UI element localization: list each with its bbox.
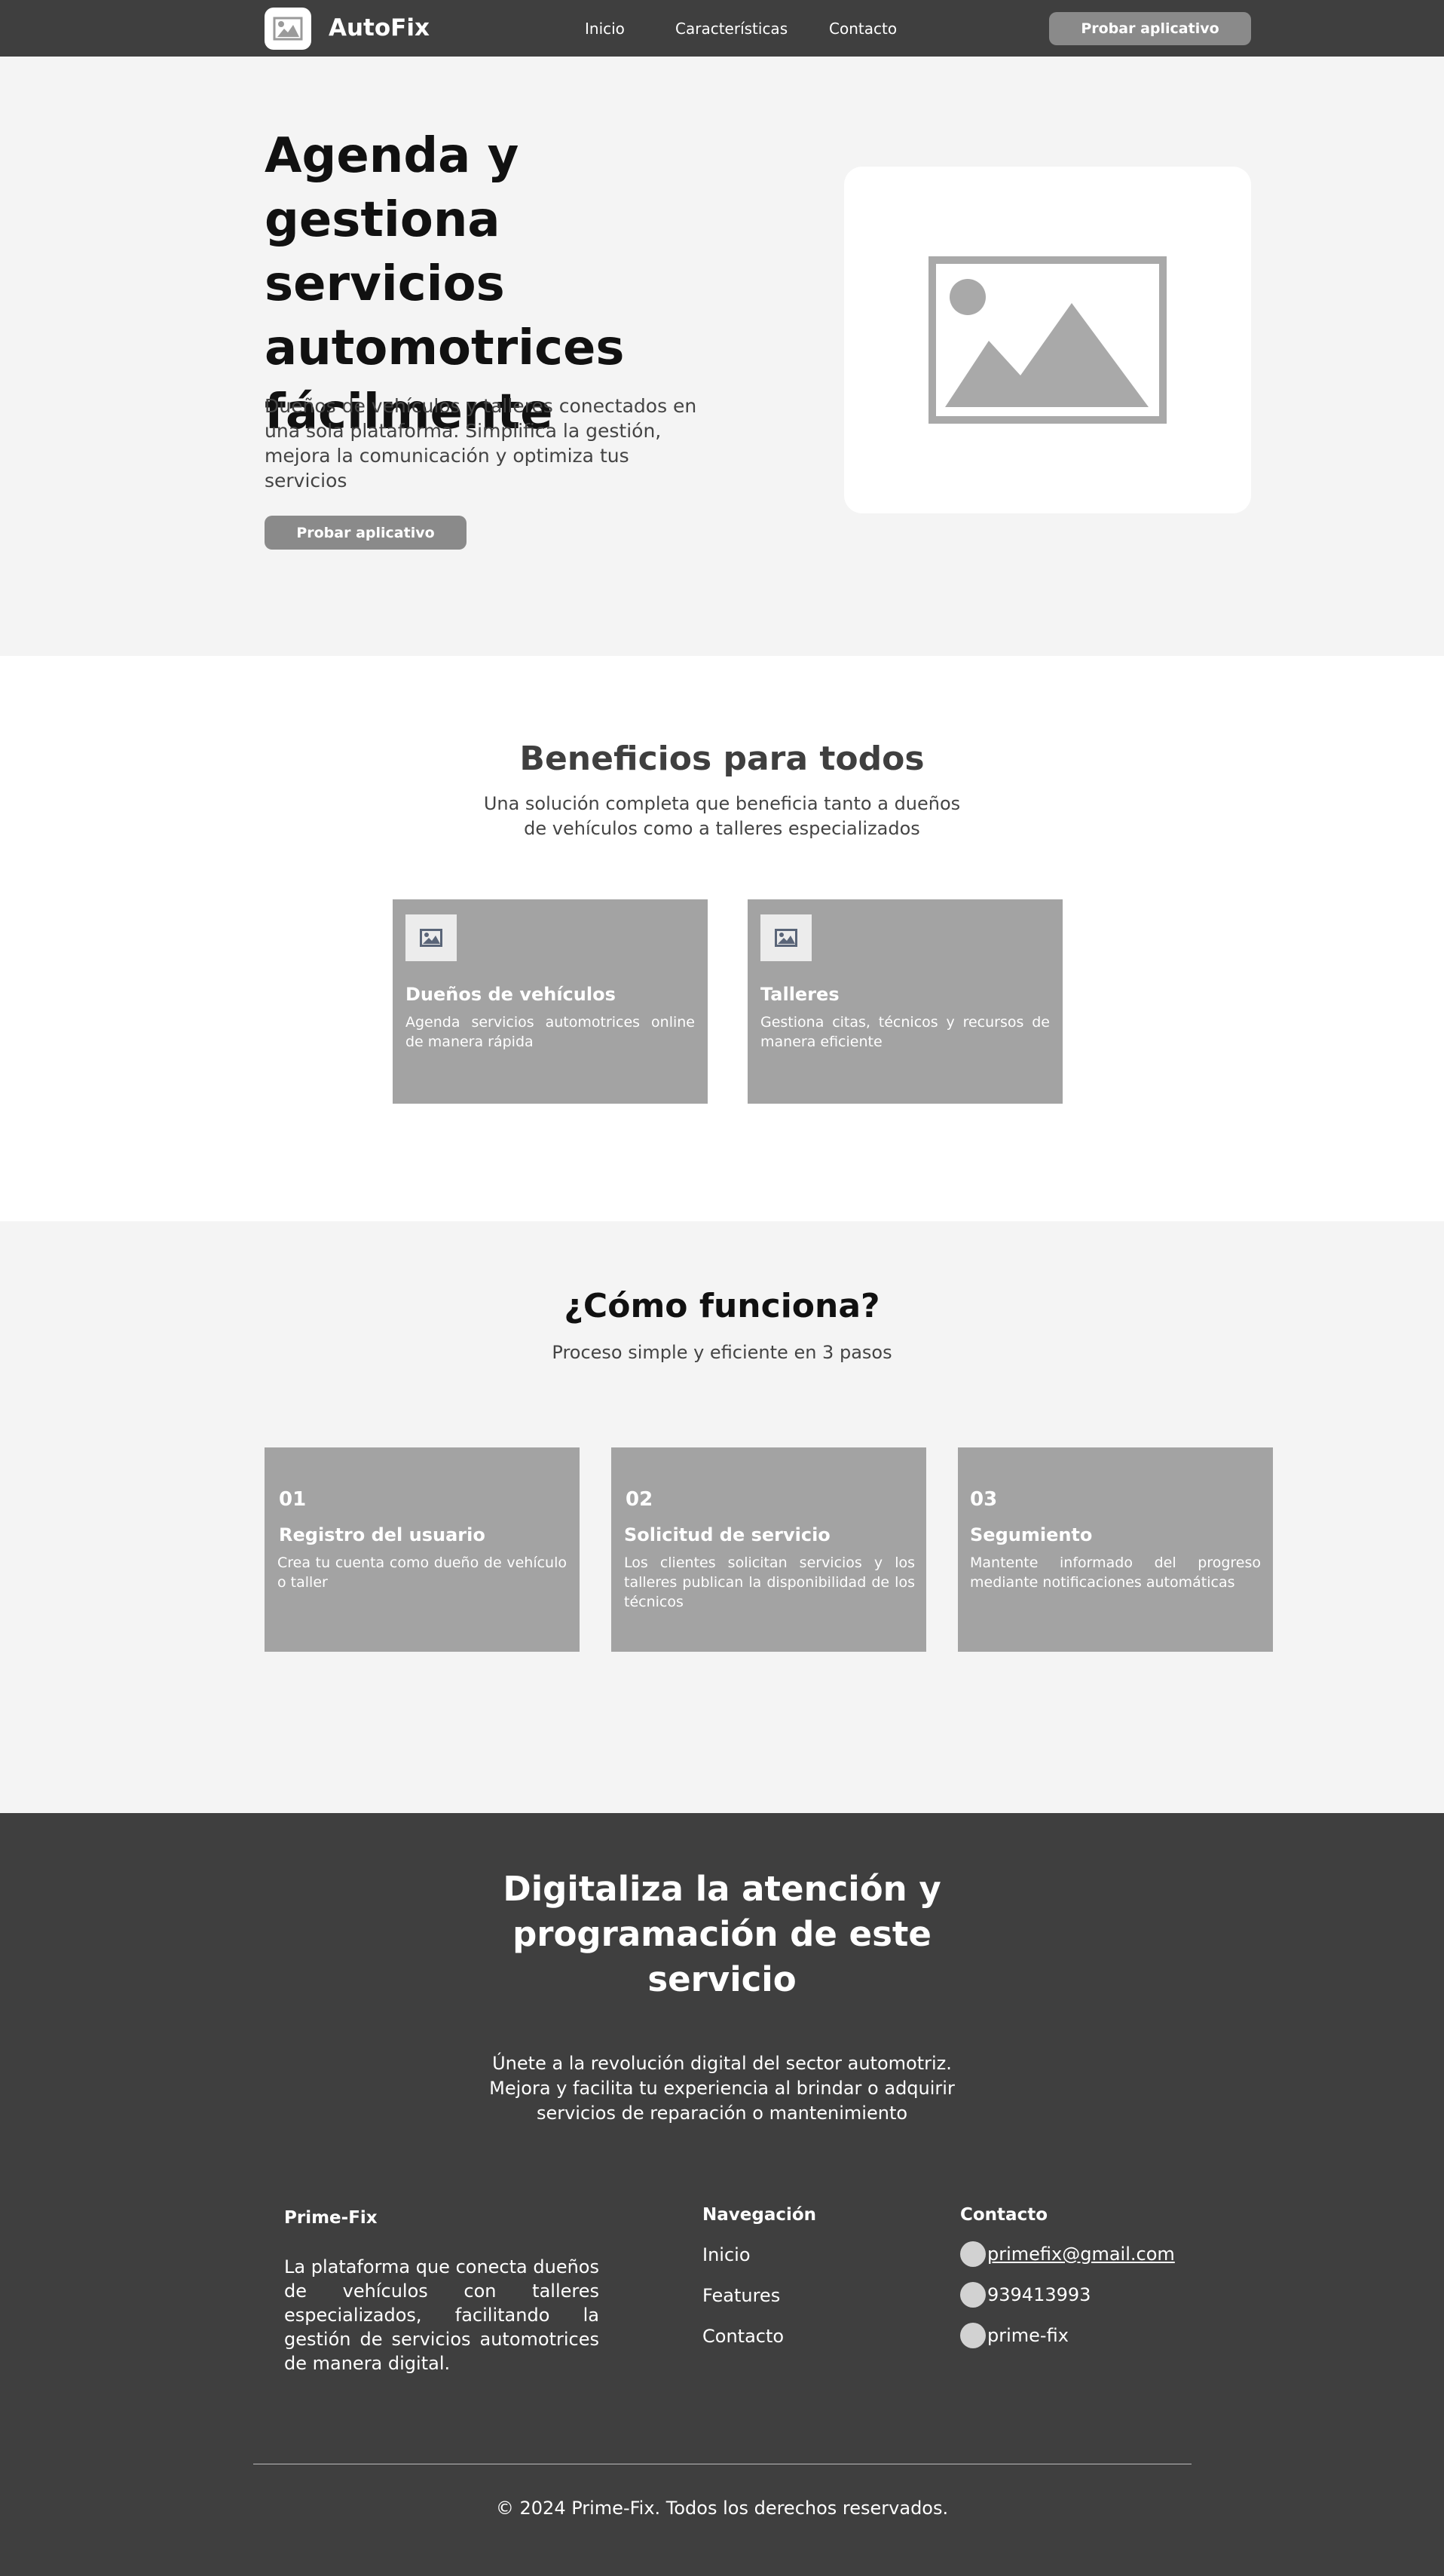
- nav-link-inicio[interactable]: Inicio: [585, 18, 625, 39]
- benefit-card-workshops: Talleres Gestiona citas, técnicos y recu…: [748, 899, 1063, 1104]
- footer-brand: Prime-Fix: [284, 2208, 378, 2228]
- image-icon: [775, 929, 797, 947]
- footer-about: La plataforma que conecta dueños de vehí…: [284, 2256, 599, 2374]
- step-text: Mantente informado del progreso mediante…: [970, 1554, 1261, 1591]
- logo[interactable]: [265, 8, 311, 50]
- contact-social: prime-fix: [987, 2325, 1069, 2346]
- step-text: Crea tu cuenta como dueño de vehículo o …: [277, 1554, 567, 1591]
- how-title: ¿Cómo funciona?: [564, 1287, 880, 1325]
- contact-social-row: prime-fix: [960, 2323, 1069, 2348]
- nav-link-caracteristicas[interactable]: Características: [675, 18, 788, 39]
- how-it-works-section: ¿Cómo funciona? Proceso simple y eficien…: [0, 1221, 1444, 1813]
- social-icon: [960, 2323, 986, 2348]
- hero-description: Dueños de vehículos y talleres conectado…: [265, 395, 697, 492]
- benefits-section: Beneficios para todos Una solución compl…: [0, 656, 1444, 1221]
- footer-link-contacto[interactable]: Contacto: [702, 2324, 784, 2348]
- image-icon: [420, 929, 442, 947]
- image-icon: [273, 17, 303, 41]
- card-title: Talleres: [760, 984, 840, 1005]
- cta-title: Digitaliza la atención y programación de…: [503, 1869, 941, 1999]
- image-placeholder-icon: [929, 256, 1167, 424]
- hero-section: Agenda y gestiona servicios automotrices…: [0, 57, 1444, 656]
- card-text: Gestiona citas, técnicos y recursos de m…: [760, 1014, 1050, 1050]
- nav-link-contacto[interactable]: Contacto: [829, 18, 897, 39]
- step-number: 01: [279, 1488, 307, 1511]
- card-title: Dueños de vehículos: [405, 984, 616, 1005]
- contact-phone-row: 939413993: [960, 2282, 1091, 2308]
- top-navbar: AutoFix Inicio Características Contacto …: [0, 0, 1444, 57]
- step-card-3: 03 Segumiento Mantente informado del pro…: [958, 1447, 1273, 1652]
- contact-phone: 939413993: [987, 2284, 1091, 2305]
- copyright: © 2024 Prime-Fix. Todos los derechos res…: [495, 2498, 949, 2519]
- card-icon-box: [405, 914, 457, 961]
- step-title: Segumiento: [970, 1524, 1093, 1545]
- step-number: 03: [970, 1488, 998, 1511]
- cta-footer-section: Digitaliza la atención y programación de…: [0, 1813, 1444, 2576]
- footer-contact-title: Contacto: [960, 2205, 1048, 2225]
- hero-image: [844, 167, 1251, 513]
- benefit-card-owners: Dueños de vehículos Agenda servicios aut…: [393, 899, 708, 1104]
- step-card-2: 02 Solicitud de servicio Los clientes so…: [611, 1447, 926, 1652]
- step-text: Los clientes solicitan servicios y los t…: [624, 1554, 915, 1610]
- card-text: Agenda servicios automotrices online de …: [405, 1014, 695, 1050]
- contact-email-row: primefix@gmail.com: [960, 2241, 1175, 2267]
- brand-name[interactable]: AutoFix: [329, 12, 430, 44]
- footer-link-inicio[interactable]: Inicio: [702, 2243, 751, 2267]
- contact-email-link[interactable]: primefix@gmail.com: [987, 2242, 1175, 2266]
- step-title: Registro del usuario: [279, 1524, 485, 1545]
- cta-text: Únete a la revolución digital del sector…: [489, 2053, 955, 2124]
- benefits-subtitle: Una solución completa que beneficia tant…: [483, 793, 961, 839]
- card-icon-box: [760, 914, 812, 961]
- step-number: 02: [626, 1488, 653, 1511]
- hero-try-app-button[interactable]: Probar aplicativo: [265, 516, 467, 550]
- phone-icon: [960, 2282, 986, 2308]
- footer-link-features[interactable]: Features: [702, 2283, 780, 2308]
- footer-nav-title: Navegación: [702, 2205, 817, 2225]
- step-card-1: 01 Registro del usuario Crea tu cuenta c…: [265, 1447, 580, 1652]
- step-title: Solicitud de servicio: [624, 1524, 831, 1545]
- benefits-title: Beneficios para todos: [519, 740, 925, 778]
- email-icon: [960, 2241, 986, 2267]
- how-subtitle: Proceso simple y eficiente en 3 pasos: [552, 1342, 892, 1363]
- try-app-button[interactable]: Probar aplicativo: [1049, 12, 1251, 45]
